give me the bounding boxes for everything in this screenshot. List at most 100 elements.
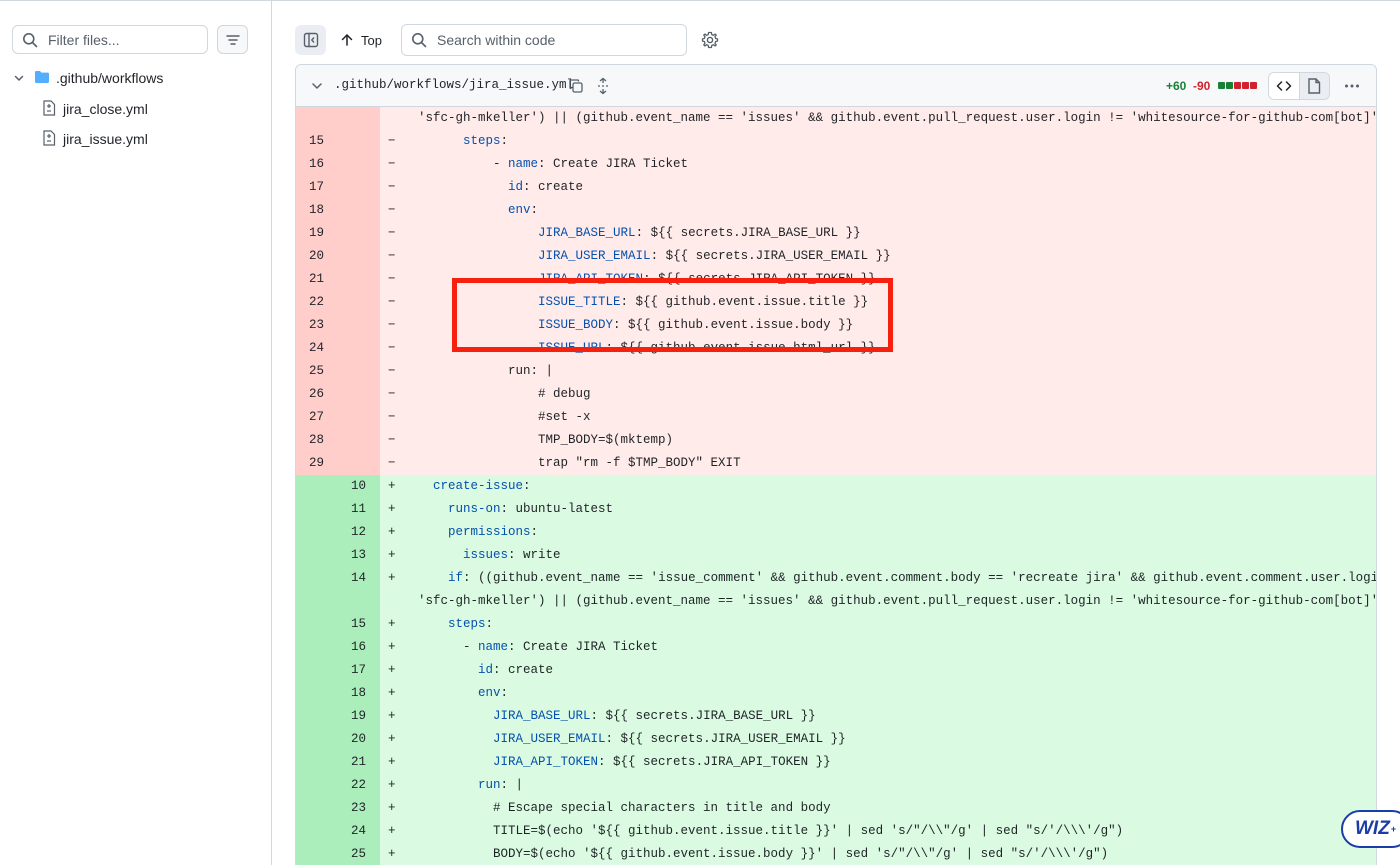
new-line-number[interactable]: [338, 153, 366, 176]
old-line-number[interactable]: [296, 544, 324, 567]
new-line-number[interactable]: 16: [338, 636, 366, 659]
new-line-number[interactable]: [338, 291, 366, 314]
toggle-sidebar-button[interactable]: [295, 25, 326, 55]
copy-icon[interactable]: [568, 78, 584, 99]
old-line-number[interactable]: [296, 636, 324, 659]
code-text: run: |: [418, 774, 523, 797]
old-line-number[interactable]: 21: [296, 268, 324, 291]
code-view-button[interactable]: [1269, 73, 1300, 99]
code-search-input[interactable]: [435, 31, 679, 49]
old-line-number[interactable]: [296, 107, 324, 130]
new-line-number[interactable]: 20: [338, 728, 366, 751]
old-line-number[interactable]: [296, 659, 324, 682]
old-line-number[interactable]: [296, 613, 324, 636]
old-line-number[interactable]: 19: [296, 222, 324, 245]
chevron-down-icon[interactable]: [310, 79, 324, 98]
new-line-number[interactable]: [338, 383, 366, 406]
old-line-number[interactable]: [296, 475, 324, 498]
new-line-number[interactable]: [338, 222, 366, 245]
filter-options-button[interactable]: [217, 25, 248, 54]
diff-line-added: 24 + TITLE=$(echo '${{ github.event.issue…: [296, 820, 1376, 843]
old-line-number[interactable]: [296, 728, 324, 751]
old-line-number[interactable]: [296, 567, 324, 590]
new-line-number[interactable]: 19: [338, 705, 366, 728]
old-line-number[interactable]: [296, 705, 324, 728]
old-line-number[interactable]: 28: [296, 429, 324, 452]
old-line-number[interactable]: [296, 774, 324, 797]
old-line-number[interactable]: [296, 843, 324, 865]
old-line-number[interactable]: [296, 682, 324, 705]
yaml-key: name: [478, 640, 509, 654]
new-line-number[interactable]: 17: [338, 659, 366, 682]
old-line-number[interactable]: [296, 521, 324, 544]
old-line-number[interactable]: 20: [296, 245, 324, 268]
old-line-number[interactable]: [296, 797, 324, 820]
old-line-number[interactable]: 25: [296, 360, 324, 383]
code-text: - name: Create JIRA Ticket: [418, 153, 688, 176]
diff-sign: +: [388, 709, 396, 723]
code-search-box[interactable]: [401, 24, 687, 56]
new-line-number[interactable]: [338, 590, 366, 613]
new-line-number[interactable]: [338, 337, 366, 360]
old-line-number[interactable]: 27: [296, 406, 324, 429]
old-line-number[interactable]: [296, 590, 324, 613]
code-text: create-issue:: [418, 475, 531, 498]
filter-files-input[interactable]: [46, 30, 200, 49]
code-text: ISSUE_BODY: ${{ github.event.issue.body …: [418, 314, 853, 337]
new-line-number[interactable]: 22: [338, 774, 366, 797]
expand-all-icon[interactable]: [596, 77, 610, 100]
tree-folder-workflows[interactable]: .github/workflows: [12, 67, 163, 89]
yaml-key: create-issue: [433, 479, 524, 493]
new-line-number[interactable]: 10: [338, 475, 366, 498]
new-line-number[interactable]: 14: [338, 567, 366, 590]
new-line-number[interactable]: [338, 360, 366, 383]
new-line-number[interactable]: 24: [338, 820, 366, 843]
old-line-number[interactable]: [296, 751, 324, 774]
file-diff-panel: .github/workflows/jira_issue.yml +60 -90…: [295, 64, 1377, 865]
new-line-number[interactable]: 13: [338, 544, 366, 567]
old-line-number[interactable]: 24: [296, 337, 324, 360]
new-line-number[interactable]: [338, 199, 366, 222]
code-value: : ${{ secrets.JIRA_BASE_URL }}: [590, 709, 816, 723]
old-line-number[interactable]: [296, 820, 324, 843]
new-line-number[interactable]: 21: [338, 751, 366, 774]
code-text: ISSUE_URL: ${{ github.event.issue.html_u…: [418, 337, 876, 360]
filter-files-box[interactable]: [12, 25, 208, 54]
new-line-number[interactable]: [338, 107, 366, 130]
old-line-number[interactable]: 15: [296, 130, 324, 153]
new-line-number[interactable]: [338, 429, 366, 452]
new-line-number[interactable]: [338, 176, 366, 199]
tree-file-jira-issue[interactable]: jira_issue.yml: [42, 128, 148, 150]
scroll-top-button[interactable]: Top: [340, 25, 382, 55]
new-line-number[interactable]: 12: [338, 521, 366, 544]
more-options-icon[interactable]: [1344, 78, 1360, 99]
old-line-number[interactable]: 18: [296, 199, 324, 222]
new-line-number[interactable]: 23: [338, 797, 366, 820]
diff-sign: −: [388, 203, 396, 217]
old-line-number[interactable]: 26: [296, 383, 324, 406]
tree-file-jira-close[interactable]: jira_close.yml: [42, 98, 148, 120]
old-line-number[interactable]: 17: [296, 176, 324, 199]
old-line-number[interactable]: 23: [296, 314, 324, 337]
new-line-number[interactable]: [338, 268, 366, 291]
diff-sign: −: [388, 249, 396, 263]
old-line-number[interactable]: 29: [296, 452, 324, 475]
file-path[interactable]: .github/workflows/jira_issue.yml: [334, 78, 574, 92]
settings-button[interactable]: [700, 30, 720, 50]
old-line-number[interactable]: 16: [296, 153, 324, 176]
new-line-number[interactable]: [338, 406, 366, 429]
file-view-button[interactable]: [1299, 73, 1329, 99]
new-line-number[interactable]: [338, 452, 366, 475]
new-line-number[interactable]: 18: [338, 682, 366, 705]
new-line-number[interactable]: [338, 245, 366, 268]
old-line-number[interactable]: [296, 498, 324, 521]
new-line-number[interactable]: [338, 314, 366, 337]
new-line-number[interactable]: [338, 130, 366, 153]
additions-count: +60: [1166, 79, 1187, 93]
new-line-number[interactable]: 15: [338, 613, 366, 636]
new-line-number[interactable]: 25: [338, 843, 366, 865]
new-line-number[interactable]: 11: [338, 498, 366, 521]
old-line-number[interactable]: 22: [296, 291, 324, 314]
